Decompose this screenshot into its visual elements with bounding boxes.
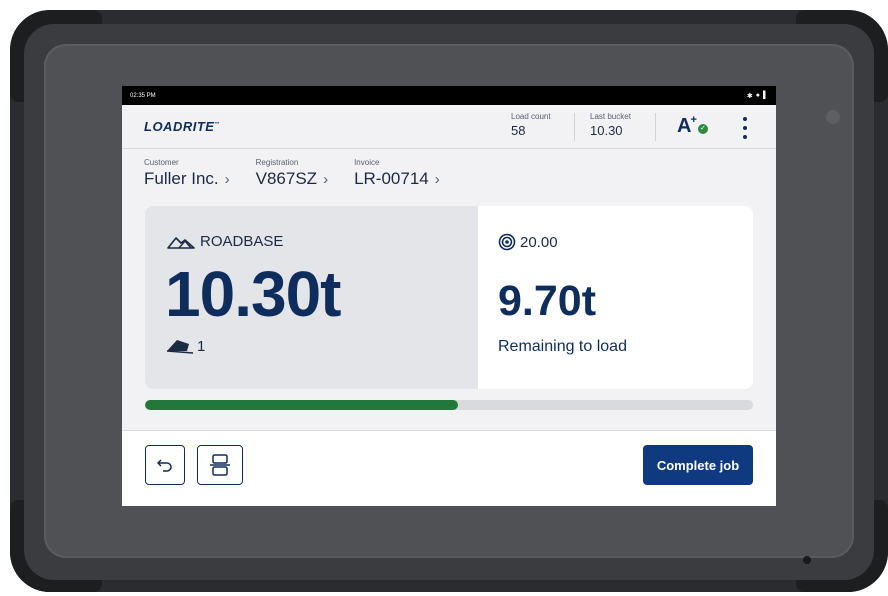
loadrite-logo: LOADRITE™ bbox=[144, 119, 220, 134]
load-progress-bar bbox=[145, 400, 753, 410]
signal-icon: ▌ bbox=[763, 91, 768, 99]
action-bar: Complete job bbox=[122, 430, 776, 506]
material-pile-icon bbox=[167, 236, 195, 249]
target-row[interactable]: 20.00 bbox=[498, 233, 558, 251]
load-progress-fill bbox=[145, 400, 459, 410]
customer-label: Customer bbox=[144, 158, 179, 167]
load-count-value: 58 bbox=[511, 123, 526, 138]
last-bucket-value: 10.30 bbox=[590, 123, 623, 138]
load-count-label: Load count bbox=[511, 112, 551, 121]
target-icon bbox=[498, 233, 516, 251]
complete-job-button[interactable]: Complete job bbox=[643, 445, 753, 485]
bluetooth-icon: ✱ bbox=[746, 92, 753, 100]
remaining-panel: 20.00 9.70t Remaining to load bbox=[478, 206, 753, 389]
tablet-screen: 02:35 PM ✱ ● ▌ LOADRITE™ Load count 58 L… bbox=[122, 86, 776, 506]
camera-sensor bbox=[826, 110, 840, 124]
layout-button[interactable] bbox=[197, 445, 243, 485]
check-circle-icon: ✓ bbox=[697, 124, 708, 134]
target-value: 20.00 bbox=[520, 233, 558, 251]
grade-letter: A bbox=[677, 115, 692, 137]
customer-value: Fuller Inc. bbox=[144, 169, 219, 188]
load-card: ROADBASE 10.30t 1 20.00 9.70t Remaining … bbox=[145, 206, 753, 389]
app-bar: LOADRITE™ Load count 58 Last bucket 10.3… bbox=[122, 105, 776, 149]
grade-badge[interactable]: A + ✓ bbox=[677, 115, 708, 137]
registration-label: Registration bbox=[255, 158, 299, 167]
kebab-menu-icon[interactable] bbox=[740, 117, 750, 139]
divider bbox=[655, 113, 656, 141]
customer-field[interactable]: Customer Fuller Inc. › bbox=[144, 158, 230, 189]
status-time: 02:35 PM bbox=[130, 92, 156, 99]
bucket-count-row: 1 bbox=[165, 337, 205, 355]
current-weight: 10.30t bbox=[165, 258, 341, 330]
load-count: Load count 58 bbox=[511, 112, 551, 138]
job-info-row: Customer Fuller Inc. › Registration V867S… bbox=[144, 158, 466, 189]
registration-value: V867SZ bbox=[255, 169, 318, 188]
grade-modifier: + bbox=[690, 114, 697, 126]
invoice-label: Invoice bbox=[354, 158, 380, 167]
bucket-icon bbox=[166, 340, 194, 354]
layout-icon bbox=[210, 454, 230, 476]
invoice-value: LR-00714 bbox=[354, 169, 429, 188]
undo-button[interactable] bbox=[145, 445, 185, 485]
status-icons: ✱ ● ▌ bbox=[747, 92, 768, 100]
wifi-icon: ● bbox=[755, 91, 761, 99]
chevron-right-icon: › bbox=[434, 170, 440, 188]
last-bucket: Last bucket 10.30 bbox=[590, 112, 631, 138]
current-load-panel: ROADBASE 10.30t 1 bbox=[145, 206, 478, 389]
bucket-count: 1 bbox=[197, 337, 206, 355]
remaining-weight: 9.70t bbox=[498, 277, 597, 325]
reset-pin bbox=[803, 556, 811, 564]
chevron-right-icon: › bbox=[224, 170, 230, 188]
remaining-label: Remaining to load bbox=[498, 338, 627, 355]
invoice-field[interactable]: Invoice LR-00714 › bbox=[354, 158, 440, 189]
last-bucket-label: Last bucket bbox=[590, 112, 631, 121]
undo-icon bbox=[157, 459, 172, 472]
divider bbox=[574, 113, 575, 141]
registration-field[interactable]: Registration V867SZ › bbox=[256, 158, 328, 189]
material-name: ROADBASE bbox=[200, 233, 284, 250]
status-bar: 02:35 PM ✱ ● ▌ bbox=[122, 86, 776, 105]
material-row[interactable]: ROADBASE bbox=[167, 233, 283, 250]
chevron-right-icon: › bbox=[323, 170, 329, 188]
